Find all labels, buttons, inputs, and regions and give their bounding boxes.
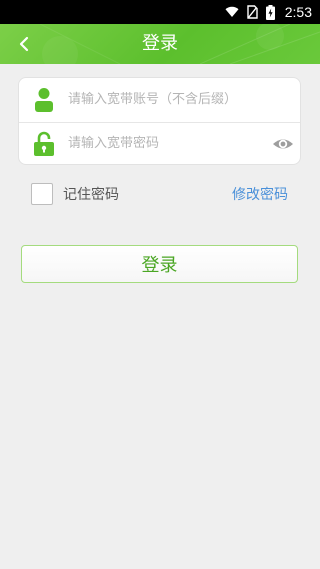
account-input[interactable] — [68, 78, 273, 121]
status-time: 2:53 — [284, 4, 312, 20]
login-screen: 2:53 登录 请输入宽带账号（不含后缀） 记住密码 修改密码 登录 — [0, 0, 320, 569]
password-input[interactable] — [68, 122, 273, 165]
eye-icon[interactable] — [272, 134, 294, 154]
wifi-icon — [225, 6, 239, 18]
password-field-row — [19, 122, 300, 166]
app-bar: 登录 — [0, 24, 320, 64]
page-title: 登录 — [142, 33, 178, 54]
unlock-icon — [34, 131, 54, 156]
remember-password-checkbox[interactable] — [31, 183, 53, 205]
no-sim-icon — [247, 5, 258, 19]
change-password-link[interactable]: 修改密码 — [232, 186, 288, 204]
status-icons: 2:53 — [225, 0, 312, 24]
status-bar: 2:53 — [0, 0, 320, 24]
account-field-row — [19, 78, 300, 123]
login-form-card — [18, 77, 301, 165]
battery-charging-icon — [265, 4, 275, 20]
remember-password-label: 记住密码 — [63, 187, 119, 203]
login-button[interactable]: 登录 — [21, 245, 298, 283]
user-icon — [35, 88, 53, 112]
